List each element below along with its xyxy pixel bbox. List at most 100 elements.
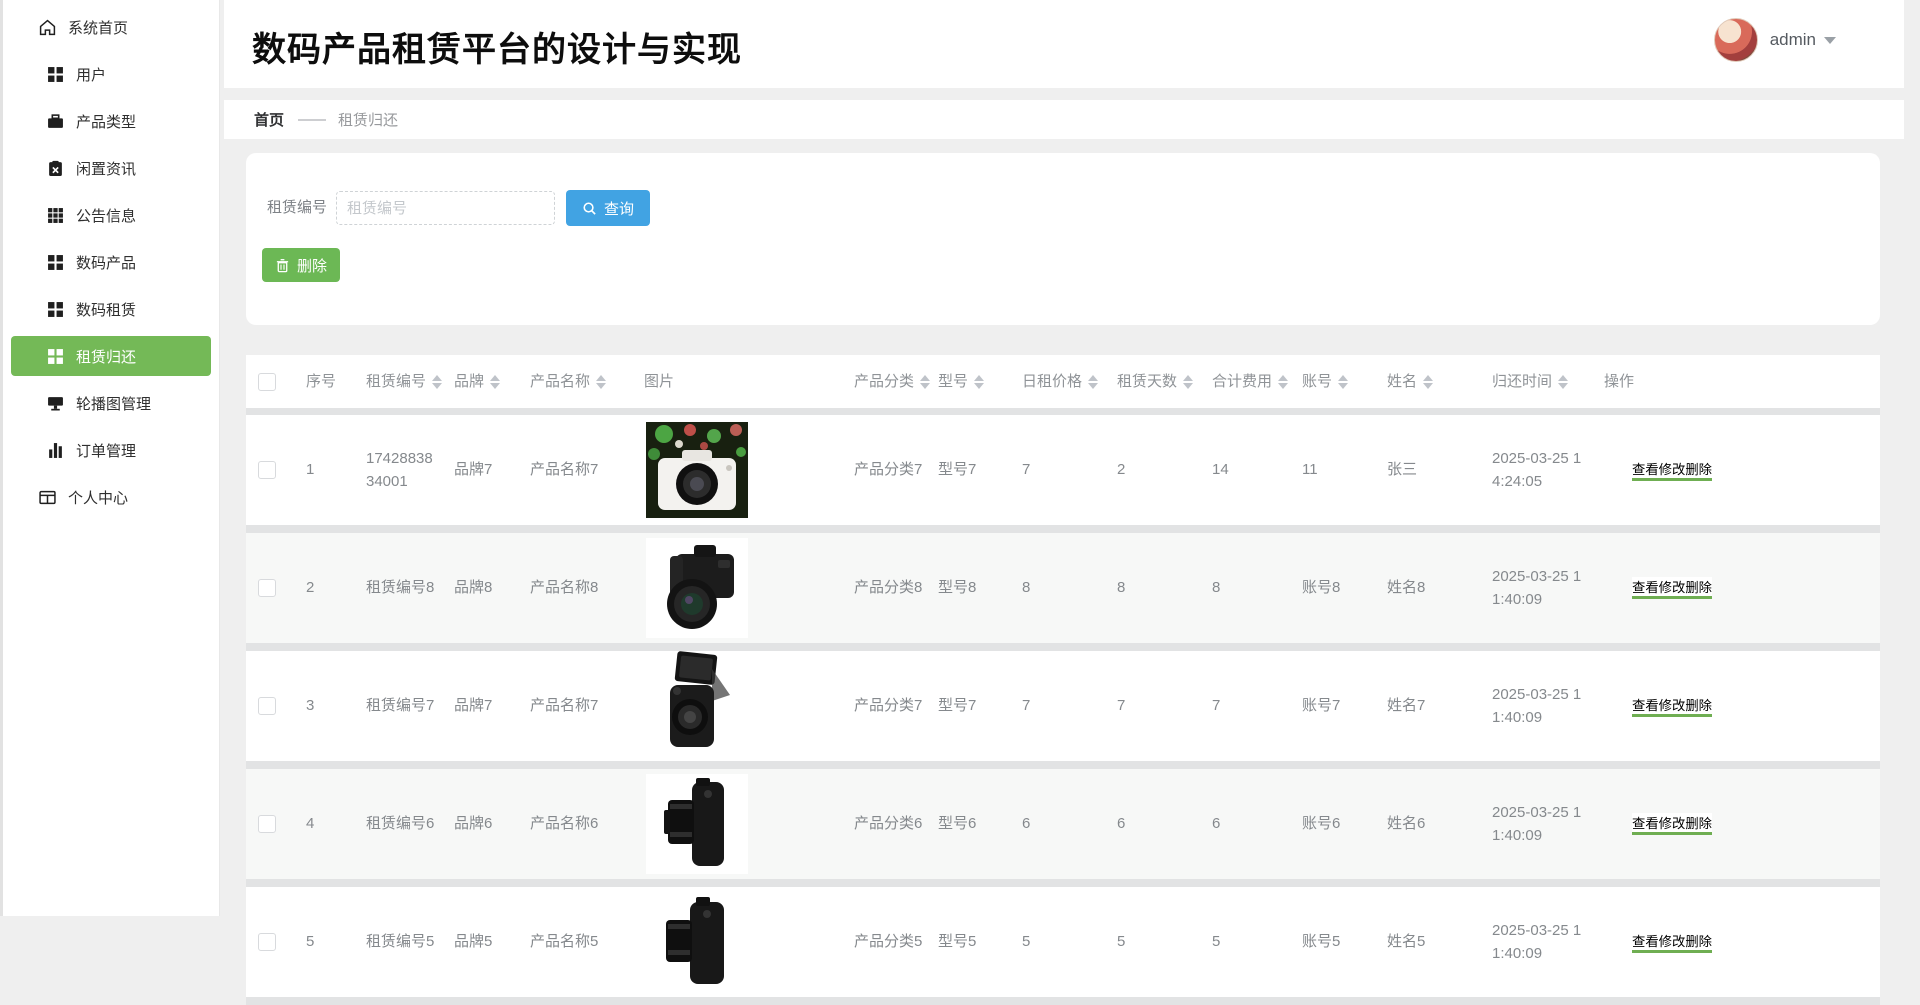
monitor-icon xyxy=(47,395,64,412)
clipboard-icon xyxy=(47,160,64,177)
sidebar-item-profile[interactable]: 个人中心 xyxy=(11,477,211,517)
rental-no-input[interactable] xyxy=(336,191,556,225)
sidebar-item-digital-rental[interactable]: 数码租赁 xyxy=(11,289,211,329)
delete-row-button[interactable]: 删除 xyxy=(1685,931,1712,953)
sort-icon[interactable] xyxy=(1423,374,1434,389)
cell-account: 11 xyxy=(1302,461,1318,479)
breadcrumb-home[interactable]: 首页 xyxy=(254,109,284,130)
briefcase-icon xyxy=(47,113,64,130)
delete-row-button[interactable]: 删除 xyxy=(1685,813,1712,835)
product-image xyxy=(646,892,748,992)
col-account: 账号 xyxy=(1294,370,1379,393)
cell-daily-price: 7 xyxy=(1022,461,1031,479)
sidebar-item-label: 数码产品 xyxy=(76,254,137,272)
sort-icon[interactable] xyxy=(490,374,501,389)
cell-model: 型号8 xyxy=(938,579,977,597)
cell-category: 产品分类5 xyxy=(854,933,923,951)
grid-dense-icon xyxy=(47,207,64,224)
view-button[interactable]: 查看 xyxy=(1632,577,1659,599)
avatar[interactable] xyxy=(1713,18,1758,62)
breadcrumb-separator: —— xyxy=(298,111,326,128)
cell-category: 产品分类6 xyxy=(854,815,923,833)
cell-rent-days: 5 xyxy=(1117,933,1126,951)
cell-model: 型号5 xyxy=(938,933,977,951)
sort-icon[interactable] xyxy=(1558,374,1569,389)
chevron-down-icon xyxy=(1824,36,1836,44)
col-seq: 序号 xyxy=(306,372,337,390)
sort-icon[interactable] xyxy=(1088,374,1099,389)
cell-product-name: 产品名称6 xyxy=(530,815,599,833)
cell-rental-no: 1742883834001 xyxy=(366,449,433,490)
username: admin xyxy=(1769,30,1816,49)
edit-button[interactable]: 修改 xyxy=(1658,813,1686,835)
cell-daily-price: 6 xyxy=(1022,815,1031,833)
cell-product-name: 产品名称7 xyxy=(530,461,599,479)
cell-product-name: 产品名称7 xyxy=(530,697,599,715)
sidebar-item-carousel[interactable]: 轮播图管理 xyxy=(11,383,211,423)
table-row: 2 租赁编号8 品牌8 产品名称8 产品分类8 型号8 8 8 8 账号8 姓名… xyxy=(246,533,1880,643)
sidebar-item-users[interactable]: 用户 xyxy=(11,54,211,94)
cell-account: 账号8 xyxy=(1302,579,1341,597)
delete-button[interactable]: 删除 xyxy=(262,248,341,282)
delete-row-button[interactable]: 删除 xyxy=(1685,577,1712,599)
cell-brand: 品牌5 xyxy=(454,933,493,951)
product-image xyxy=(646,422,748,518)
cell-rental-no: 租赁编号8 xyxy=(366,579,435,597)
cell-model: 型号7 xyxy=(938,697,977,715)
delete-row-button[interactable]: 删除 xyxy=(1685,459,1712,481)
sort-icon[interactable] xyxy=(432,374,443,389)
sort-icon[interactable] xyxy=(974,374,985,389)
cell-account: 账号7 xyxy=(1302,697,1341,715)
sidebar-item-orders[interactable]: 订单管理 xyxy=(11,430,211,470)
select-all-checkbox[interactable] xyxy=(258,372,276,391)
sidebar-item-home[interactable]: 系统首页 xyxy=(11,7,211,47)
row-checkbox[interactable] xyxy=(258,461,276,479)
cell-seq: 4 xyxy=(306,815,315,833)
sort-icon[interactable] xyxy=(1338,374,1349,389)
query-button-label: 查询 xyxy=(604,200,635,218)
row-checkbox[interactable] xyxy=(258,815,276,833)
view-button[interactable]: 查看 xyxy=(1632,695,1659,717)
breadcrumb-current: 租赁归还 xyxy=(338,112,399,129)
cell-category: 产品分类7 xyxy=(854,461,923,479)
cell-rent-days: 2 xyxy=(1117,461,1126,479)
delete-row-button[interactable]: 删除 xyxy=(1685,695,1712,717)
view-button[interactable]: 查看 xyxy=(1632,931,1659,953)
cell-return-time: 2025-03-25 14:24:05 xyxy=(1492,449,1582,490)
sidebar-item-rental-return[interactable]: 租赁归还 xyxy=(11,336,211,376)
sidebar-item-announcements[interactable]: 公告信息 xyxy=(11,195,211,235)
sort-icon[interactable] xyxy=(1278,374,1289,389)
cell-total-fee: 8 xyxy=(1212,579,1221,597)
cell-account: 账号6 xyxy=(1302,815,1341,833)
card-icon xyxy=(39,489,56,506)
row-checkbox[interactable] xyxy=(258,579,276,597)
cell-category: 产品分类8 xyxy=(854,579,923,597)
sort-icon[interactable] xyxy=(596,374,607,389)
sort-icon[interactable] xyxy=(1183,374,1194,389)
edit-button[interactable]: 修改 xyxy=(1658,459,1686,481)
edit-button[interactable]: 修改 xyxy=(1658,931,1686,953)
edit-button[interactable]: 修改 xyxy=(1658,577,1686,599)
cell-return-time: 2025-03-25 11:40:09 xyxy=(1492,685,1582,726)
sidebar-item-label: 数码租赁 xyxy=(76,301,137,319)
sidebar-item-digital-products[interactable]: 数码产品 xyxy=(11,242,211,282)
row-checkbox[interactable] xyxy=(258,933,276,951)
query-button[interactable]: 查询 xyxy=(566,190,651,226)
cell-model: 型号6 xyxy=(938,815,977,833)
cell-name: 张三 xyxy=(1387,461,1418,479)
sidebar-item-product-type[interactable]: 产品类型 xyxy=(11,101,211,141)
view-button[interactable]: 查看 xyxy=(1632,813,1659,835)
breadcrumb: 首页 —— 租赁归还 xyxy=(224,100,1904,139)
cell-brand: 品牌7 xyxy=(454,697,493,715)
view-button[interactable]: 查看 xyxy=(1632,459,1659,481)
row-checkbox[interactable] xyxy=(258,697,276,715)
grid-icon xyxy=(47,301,64,318)
sort-icon[interactable] xyxy=(920,374,930,389)
user-menu[interactable]: admin xyxy=(1713,18,1836,62)
col-brand: 品牌 xyxy=(446,370,522,393)
sidebar-item-label: 订单管理 xyxy=(76,442,137,460)
edit-button[interactable]: 修改 xyxy=(1658,695,1686,717)
col-image: 图片 xyxy=(644,372,675,390)
col-model: 型号 xyxy=(930,370,1014,393)
sidebar-item-idle-news[interactable]: 闲置资讯 xyxy=(11,148,211,188)
